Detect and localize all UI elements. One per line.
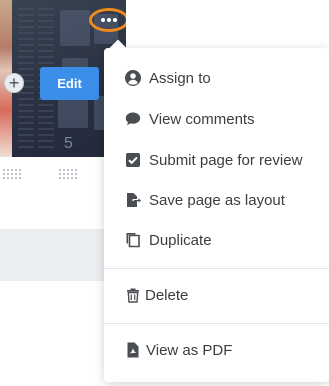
ellipsis-icon — [101, 18, 119, 22]
panel-background — [0, 229, 104, 281]
menu-divider — [104, 268, 329, 269]
menu-item-label: Save page as layout — [149, 191, 285, 209]
page-number: 5 — [64, 135, 73, 152]
menu-item-label: Assign to — [149, 69, 211, 87]
duplicate-icon — [124, 231, 142, 249]
menu-item-assign-to[interactable]: Assign to — [104, 60, 329, 96]
menu-item-label: Duplicate — [149, 231, 212, 249]
edit-button[interactable]: Edit — [40, 67, 99, 100]
menu-item-label: View comments — [149, 110, 255, 128]
more-options-button[interactable] — [89, 8, 126, 32]
menu-item-delete[interactable]: Delete — [104, 277, 329, 313]
drag-handle[interactable] — [58, 168, 78, 180]
menu-item-save-as-layout[interactable]: Save page as layout — [104, 182, 329, 218]
menu-divider — [104, 323, 329, 324]
checkbox-icon — [124, 151, 142, 169]
add-page-button[interactable]: + — [4, 73, 24, 93]
menu-item-view-comments[interactable]: View comments — [104, 101, 329, 137]
pdf-file-icon — [124, 341, 142, 359]
comment-icon — [124, 110, 142, 128]
trash-icon — [124, 286, 142, 304]
page-context-menu: Assign to View comments Submit page for … — [104, 48, 329, 382]
menu-item-label: Delete — [145, 286, 189, 304]
menu-item-label: View as PDF — [146, 341, 233, 359]
file-export-icon — [124, 191, 142, 209]
menu-item-label: Submit page for review — [149, 151, 303, 169]
menu-item-duplicate[interactable]: Duplicate — [104, 222, 329, 258]
menu-item-view-as-pdf[interactable]: View as PDF — [104, 332, 329, 368]
menu-item-submit-for-review[interactable]: Submit page for review — [104, 142, 329, 178]
user-circle-icon — [124, 69, 142, 87]
drag-handle[interactable] — [2, 168, 22, 180]
